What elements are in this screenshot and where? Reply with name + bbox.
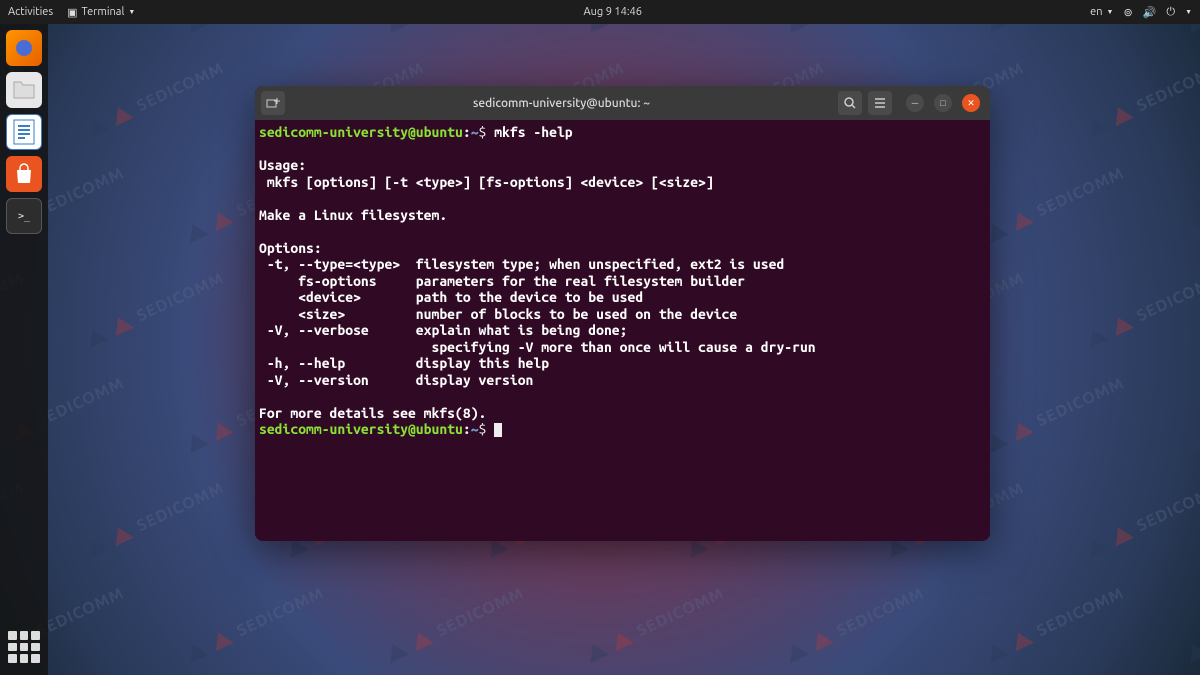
- power-icon[interactable]: ⏻: [1166, 6, 1175, 19]
- shopping-bag-icon: [13, 163, 35, 185]
- chevron-down-icon: ▼: [1185, 8, 1192, 16]
- lang-label: en: [1090, 6, 1102, 18]
- terminal-output[interactable]: sedicomm-university@ubuntu:~$ mkfs -help…: [255, 120, 990, 541]
- clock[interactable]: Aug 9 14:46: [583, 6, 642, 18]
- network-icon[interactable]: ⊚: [1123, 6, 1132, 19]
- chevron-down-icon: ▼: [1107, 8, 1114, 16]
- window-titlebar[interactable]: sedicomm-university@ubuntu: ~ ─ □ ✕: [255, 86, 990, 120]
- document-icon: [13, 119, 35, 145]
- volume-icon[interactable]: 🔊: [1143, 6, 1157, 19]
- app-menu-label: Terminal: [82, 6, 125, 18]
- window-title: sedicomm-university@ubuntu: ~: [291, 97, 832, 110]
- terminal-icon: ▣: [67, 6, 77, 19]
- app-menu[interactable]: ▣ Terminal ▼: [67, 6, 135, 19]
- tab-plus-icon: [266, 96, 280, 110]
- maximize-button[interactable]: □: [934, 94, 952, 112]
- new-tab-button[interactable]: [261, 91, 285, 115]
- show-applications-button[interactable]: [8, 631, 40, 663]
- hamburger-icon: [874, 97, 886, 109]
- close-button[interactable]: ✕: [962, 94, 980, 112]
- files-launcher[interactable]: [6, 72, 42, 108]
- terminal-window: sedicomm-university@ubuntu: ~ ─ □ ✕ sedi…: [255, 86, 990, 541]
- software-launcher[interactable]: [6, 156, 42, 192]
- minimize-button[interactable]: ─: [906, 94, 924, 112]
- search-button[interactable]: [838, 91, 862, 115]
- terminal-launcher[interactable]: >_: [6, 198, 42, 234]
- top-bar: Activities ▣ Terminal ▼ Aug 9 14:46 en ▼…: [0, 0, 1200, 24]
- dock: >_: [0, 24, 48, 675]
- search-icon: [844, 97, 856, 109]
- libreoffice-launcher[interactable]: [6, 114, 42, 150]
- firefox-launcher[interactable]: [6, 30, 42, 66]
- menu-button[interactable]: [868, 91, 892, 115]
- language-indicator[interactable]: en ▼: [1090, 6, 1113, 18]
- activities-button[interactable]: Activities: [8, 6, 53, 18]
- chevron-down-icon: ▼: [128, 8, 135, 16]
- folder-icon: [12, 80, 36, 100]
